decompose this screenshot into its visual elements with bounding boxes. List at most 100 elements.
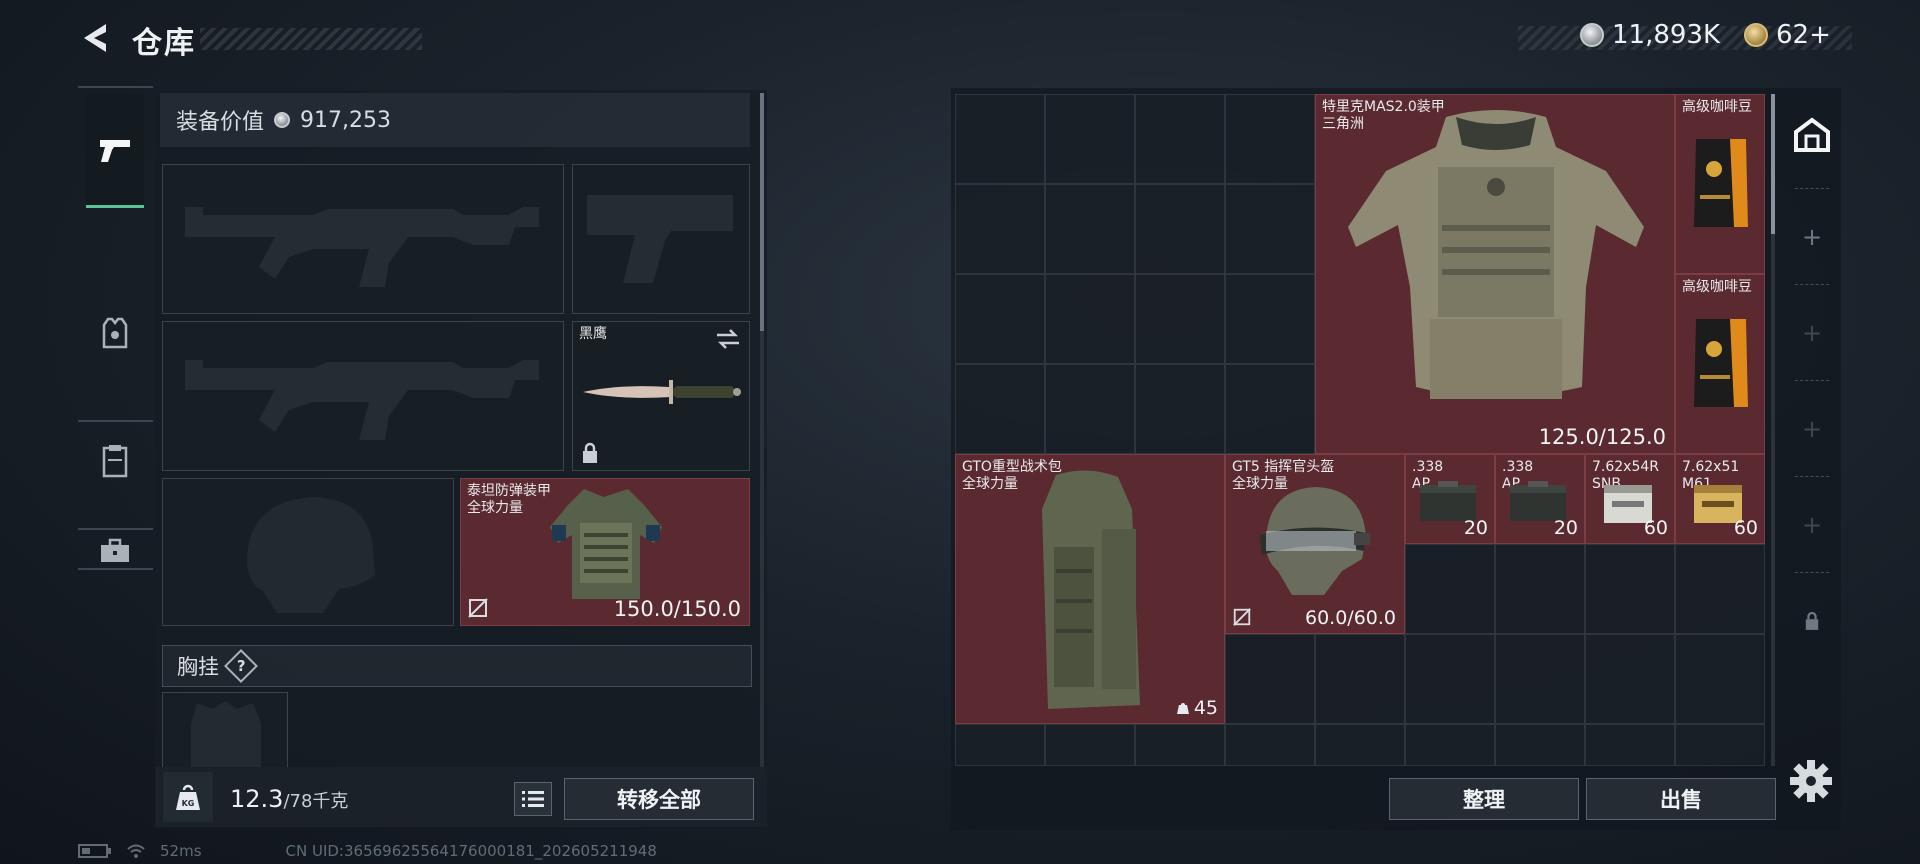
warehouse-item-ammo[interactable]: .338 AP 20	[1405, 454, 1495, 544]
grid-cell[interactable]	[1225, 724, 1315, 766]
organize-button[interactable]: 整理	[1389, 778, 1579, 820]
tab-divider	[1795, 284, 1829, 285]
transfer-all-button[interactable]: 转移全部	[564, 778, 754, 820]
tab-case[interactable]	[86, 466, 144, 636]
sell-button[interactable]: 出售	[1586, 778, 1776, 820]
grid-cell[interactable]	[955, 184, 1045, 274]
grid-cell[interactable]	[955, 364, 1045, 454]
armor-name-text: 泰坦防弹装甲	[467, 483, 551, 499]
grid-cell[interactable]	[1135, 274, 1225, 364]
grid-cell[interactable]	[1585, 634, 1675, 724]
item-name-text: 7.62x51	[1682, 459, 1740, 475]
warehouse-item-coffee[interactable]: 高级咖啡豆	[1675, 274, 1765, 454]
warehouse-scroll-thumb[interactable]	[1771, 94, 1775, 234]
weight-current: 12.3	[230, 785, 284, 813]
weight-icon: KG	[163, 772, 213, 822]
pistol-slot[interactable]	[572, 164, 750, 314]
plus-icon: +	[1801, 511, 1823, 539]
add-warehouse-tab[interactable]: +	[1783, 288, 1841, 378]
chest-rig-slot[interactable]	[162, 692, 288, 769]
silver-currency: 11,893K	[1580, 20, 1720, 50]
back-arrow-icon[interactable]	[78, 20, 114, 56]
grid-cell[interactable]	[1135, 364, 1225, 454]
list-icon	[522, 791, 544, 807]
grid-cell[interactable]	[1225, 634, 1315, 724]
locked-warehouse-tab[interactable]	[1783, 576, 1841, 666]
grid-cell[interactable]	[1225, 184, 1315, 274]
secondary-weapon-slot[interactable]	[162, 321, 564, 471]
armor-sub-text: 全球力量	[467, 500, 523, 516]
grid-cell[interactable]	[1045, 364, 1135, 454]
warehouse-item-ammo[interactable]: 7.62x51 M61 60	[1675, 454, 1765, 544]
grid-cell[interactable]	[1405, 724, 1495, 766]
grid-cell[interactable]	[1315, 634, 1405, 724]
ping-value: 52ms	[160, 842, 202, 860]
grid-cell[interactable]	[1045, 94, 1135, 184]
grid-cell[interactable]	[1225, 364, 1315, 454]
grid-cell[interactable]	[1675, 634, 1765, 724]
item-name: 高级咖啡豆	[1682, 279, 1752, 295]
grid-cell[interactable]	[955, 94, 1045, 184]
grid-cell[interactable]	[1135, 94, 1225, 184]
gold-currency[interactable]: 62+	[1744, 20, 1831, 50]
vest-icon	[102, 317, 128, 349]
grid-cell[interactable]	[1495, 724, 1585, 766]
chest-rig-header: 胸挂 ?	[162, 645, 752, 687]
grid-cell[interactable]	[1495, 634, 1585, 724]
helmet-icon	[1260, 487, 1370, 595]
warehouse-item-backpack[interactable]: GTO重型战术包 全球力量 45	[955, 454, 1225, 724]
tab-armor[interactable]	[86, 298, 144, 368]
tab-weapons[interactable]	[86, 94, 144, 208]
chest-rig-label: 胸挂	[177, 655, 219, 679]
grid-cell[interactable]	[1045, 274, 1135, 364]
insurance-off-icon	[1233, 608, 1251, 626]
grid-cell[interactable]	[1045, 724, 1135, 766]
item-count-value: 45	[1193, 697, 1218, 719]
help-icon[interactable]: ?	[224, 649, 258, 683]
warehouse-item-armor[interactable]: 特里克MAS2.0装甲 三角洲 125.0/125.0	[1315, 94, 1675, 454]
armor-slot[interactable]: 泰坦防弹装甲 全球力量 150.0/150.0	[460, 478, 750, 626]
plus-icon: +	[1801, 415, 1823, 443]
wifi-icon	[127, 844, 145, 858]
grid-cell[interactable]	[1045, 184, 1135, 274]
equipment-scroll-thumb[interactable]	[760, 93, 764, 331]
grid-cell[interactable]	[1675, 724, 1765, 766]
add-warehouse-tab[interactable]: +	[1783, 384, 1841, 474]
grid-cell[interactable]	[1225, 274, 1315, 364]
grid-cell[interactable]	[1225, 94, 1315, 184]
grid-cell[interactable]	[1405, 634, 1495, 724]
warehouse-item-ammo[interactable]: .338 AP 20	[1495, 454, 1585, 544]
grid-cell[interactable]	[955, 724, 1045, 766]
warehouse-item-ammo[interactable]: 7.62x54R SNB 60	[1585, 454, 1675, 544]
grid-cell[interactable]	[1585, 724, 1675, 766]
helmet-slot[interactable]	[162, 478, 454, 626]
tab-divider	[78, 86, 153, 88]
grid-cell[interactable]	[1495, 544, 1585, 634]
tab-divider	[78, 420, 153, 422]
briefcase-icon	[101, 538, 129, 562]
warehouse-page-tab-1[interactable]	[1783, 88, 1841, 180]
grid-cell[interactable]	[1405, 544, 1495, 634]
grid-cell[interactable]	[1135, 724, 1225, 766]
grid-cell[interactable]	[1675, 544, 1765, 634]
grid-cell[interactable]	[1315, 724, 1405, 766]
warehouse-item-helmet[interactable]: GT5 指挥官头盔 全球力量 60.0/60.0	[1225, 454, 1405, 634]
armor-vest-icon	[550, 489, 662, 599]
primary-weapon-slot[interactable]	[162, 164, 564, 314]
melee-name: 黑鹰	[579, 326, 607, 342]
grid-cell[interactable]	[1135, 184, 1225, 274]
capacity-icon	[1176, 703, 1189, 714]
user-uid: CN UID:36569625564176000181_202605211948	[285, 842, 657, 860]
list-view-button[interactable]	[514, 782, 552, 816]
warehouse-item-coffee[interactable]: 高级咖啡豆	[1675, 94, 1765, 274]
tab-divider	[1795, 572, 1829, 573]
add-warehouse-tab[interactable]: +	[1783, 192, 1841, 282]
grid-cell[interactable]	[1585, 544, 1675, 634]
grid-cell[interactable]	[955, 274, 1045, 364]
add-warehouse-tab[interactable]: +	[1783, 480, 1841, 570]
swap-icon[interactable]	[715, 328, 741, 350]
item-count: 60	[1643, 517, 1668, 539]
gear-icon[interactable]	[1788, 758, 1834, 804]
melee-slot[interactable]: 黑鹰	[572, 321, 750, 471]
pistol-icon	[100, 139, 130, 162]
